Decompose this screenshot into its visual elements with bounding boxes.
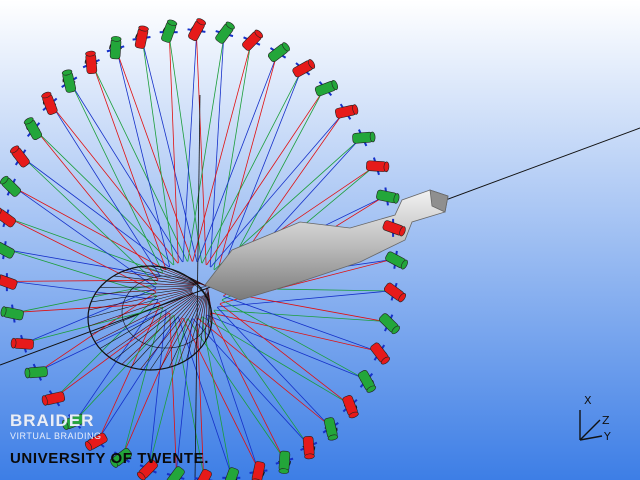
braider-logo-title: BRAIDER [10, 411, 95, 430]
axes-triad-icon [579, 410, 603, 441]
axis-z-label: Z [602, 414, 610, 427]
braiding-scene [0, 0, 640, 480]
axis-y-label: Y [604, 430, 611, 443]
braider-logo-subtitle: VIRTUAL BRAIDING [10, 431, 102, 441]
axis-x-label: X [584, 394, 592, 407]
bobbin [85, 50, 98, 75]
bobbin [366, 160, 390, 173]
bobbin [10, 337, 34, 350]
axes-triad: X Z Y [570, 392, 630, 456]
bobbin [278, 450, 291, 474]
university-logo: UNIVERSITY OF TWENTE. [10, 450, 210, 467]
3d-viewport[interactable]: BRAIDER VIRTUAL BRAIDING UNIVERSITY OF T… [0, 0, 640, 480]
bobbin [24, 366, 48, 379]
bobbin [109, 36, 122, 60]
bobbin [352, 131, 376, 144]
bobbin [302, 435, 315, 460]
